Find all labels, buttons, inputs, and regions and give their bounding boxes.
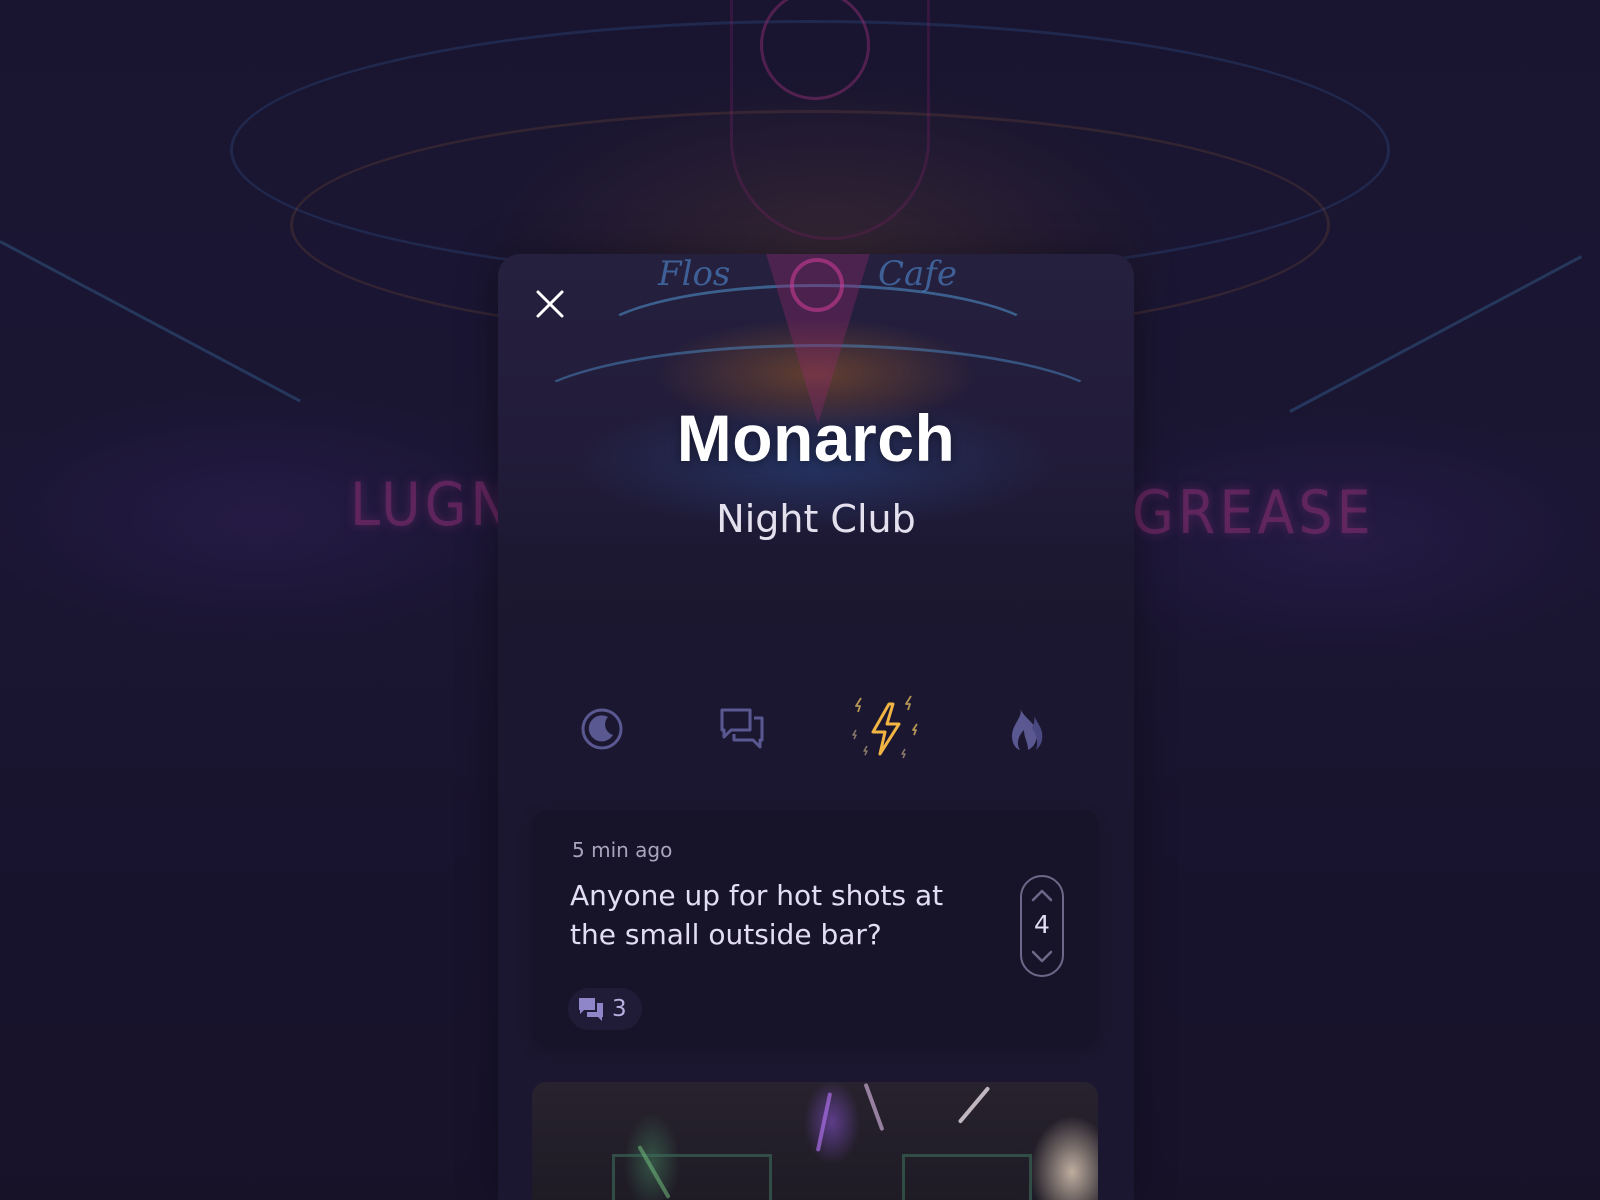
close-button[interactable] [530, 284, 570, 324]
flame-icon [1012, 708, 1043, 750]
venue-category: Night Club [716, 497, 916, 541]
tab-chat[interactable] [692, 674, 792, 784]
moon-icon [581, 708, 623, 750]
downvote-button[interactable] [1030, 947, 1054, 967]
venue-title: Monarch [676, 401, 956, 475]
close-icon [536, 290, 564, 318]
chat-bubbles-icon [720, 708, 764, 749]
comments-icon [579, 998, 603, 1021]
venue-tabs [498, 674, 1134, 784]
media-light-streak [815, 1092, 833, 1152]
vote-control: 4 [1020, 875, 1064, 977]
vote-count: 4 [1034, 910, 1050, 939]
post-timestamp: 5 min ago [572, 838, 673, 862]
tab-hot[interactable] [976, 674, 1076, 784]
post-card[interactable]: 5 min ago Anyone up for hot shots at the… [532, 810, 1098, 1046]
hero-sign-left: Flos [658, 254, 731, 294]
tab-night[interactable] [552, 674, 652, 784]
venue-modal: Flos Cafe Monarch Night Club 5 min ago A… [498, 254, 1134, 1200]
post-text: Anyone up for hot shots at the small out… [570, 879, 944, 951]
chevron-up-icon [1031, 889, 1053, 902]
media-post-card[interactable] [532, 1082, 1098, 1200]
upvote-button[interactable] [1030, 885, 1054, 905]
media-light-streak [957, 1086, 991, 1124]
media-light-streak [863, 1082, 885, 1132]
media-image-detail [612, 1154, 772, 1200]
comment-count: 3 [612, 996, 627, 1022]
hero-neon-o [790, 258, 844, 312]
tab-energy[interactable] [836, 674, 936, 784]
chevron-down-icon [1031, 950, 1053, 963]
lightning-icon [852, 695, 918, 759]
comments-button[interactable]: 3 [568, 988, 642, 1030]
hero-sign-right: Cafe [878, 254, 957, 294]
media-image-detail [902, 1154, 1032, 1200]
